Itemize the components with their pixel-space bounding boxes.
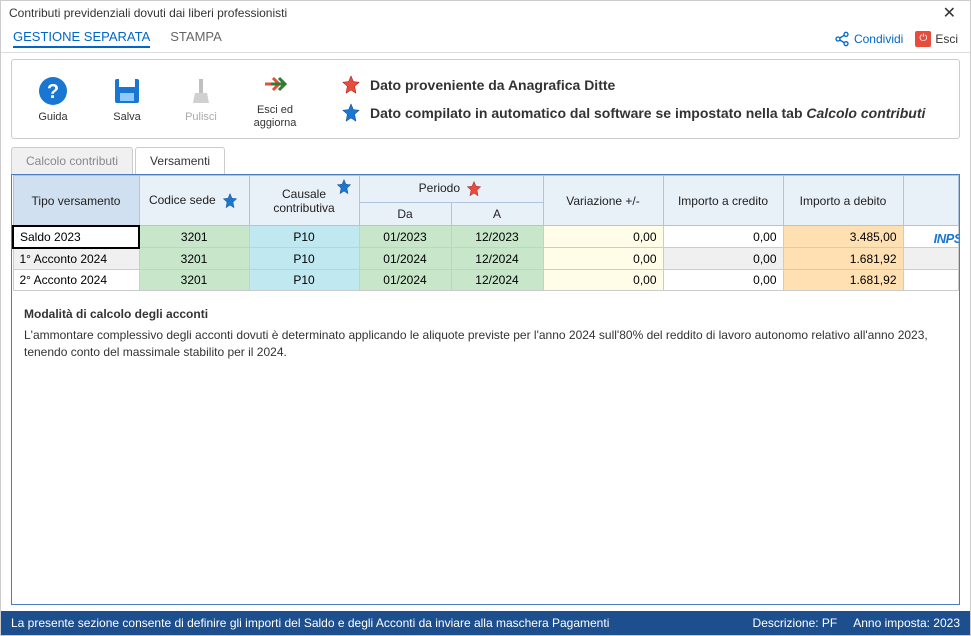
table-row[interactable]: Saldo 20233201P1001/202312/20230,000,003… <box>13 226 959 248</box>
versamenti-table: Tipo versamento Codice sede Causale cont… <box>12 175 959 291</box>
cell-da: 01/2024 <box>359 269 451 290</box>
th-codice: Codice sede <box>139 176 249 226</box>
cell-credito: 0,00 <box>663 248 783 270</box>
star-red-icon <box>340 74 362 96</box>
cell-tipo: 1° Acconto 2024 <box>13 248 139 270</box>
th-debito: Importo a debito <box>783 176 903 226</box>
cell-debito: 1.681,92 <box>783 248 903 270</box>
cell-causale: P10 <box>249 269 359 290</box>
legend-red: Dato proveniente da Anagrafica Ditte <box>340 74 925 96</box>
cell-da: 01/2024 <box>359 248 451 270</box>
pulisci-button[interactable]: Pulisci <box>176 75 226 124</box>
tab-calcolo-contributi[interactable]: Calcolo contributi <box>11 147 133 174</box>
cell-causale: P10 <box>249 248 359 270</box>
menubar: GESTIONE SEPARATA STAMPA Condividi ⏻ Esc… <box>1 25 970 53</box>
th-variazione: Variazione +/- <box>543 176 663 226</box>
th-da: Da <box>359 203 451 226</box>
close-button[interactable]: ✕ <box>937 3 962 23</box>
titlebar: Contributi previdenziali dovuti dai libe… <box>1 1 970 25</box>
th-a: A <box>451 203 543 226</box>
star-red-icon <box>465 180 483 198</box>
status-right: Descrizione: PF Anno imposta: 2023 <box>753 616 960 630</box>
guida-button[interactable]: ? Guida <box>28 75 78 124</box>
legend: Dato proveniente da Anagrafica Ditte Dat… <box>340 74 925 124</box>
share-icon <box>834 31 850 47</box>
share-button[interactable]: Condividi <box>834 31 903 47</box>
cell-spacer <box>903 248 959 270</box>
status-anno: Anno imposta: 2023 <box>853 616 960 630</box>
notes-body: L'ammontare complessivo degli acconti do… <box>24 327 947 361</box>
arrow-right-icon <box>259 68 291 100</box>
cell-debito: 1.681,92 <box>783 269 903 290</box>
th-credito: Importo a credito <box>663 176 783 226</box>
table-row[interactable]: 1° Acconto 20243201P1001/202412/20240,00… <box>13 248 959 270</box>
legend-red-text: Dato proveniente da Anagrafica Ditte <box>370 77 615 93</box>
esci-aggiorna-button[interactable]: Esci ed aggiorna <box>250 68 300 130</box>
exit-label: Esci <box>935 32 958 46</box>
svg-text:?: ? <box>47 81 59 103</box>
inps-badge: INPS <box>934 231 960 246</box>
cell-credito: 0,00 <box>663 269 783 290</box>
cell-spacer <box>903 269 959 290</box>
help-icon: ? <box>37 75 69 107</box>
th-periodo: Periodo <box>359 176 543 203</box>
th-spacer <box>903 176 959 226</box>
th-tipo: Tipo versamento <box>13 176 139 226</box>
cell-variazione[interactable]: 0,00 <box>543 269 663 290</box>
notes-title: Modalità di calcolo degli acconti <box>24 307 947 321</box>
th-causale: Causale contributiva <box>249 176 359 226</box>
cell-codice: 3201 <box>139 226 249 248</box>
exit-button[interactable]: ⏻ Esci <box>915 31 958 47</box>
cell-tipo: Saldo 2023 <box>13 226 139 248</box>
cell-a: 12/2024 <box>451 269 543 290</box>
salva-button[interactable]: Salva <box>102 75 152 124</box>
brush-icon <box>185 75 217 107</box>
cell-a: 12/2023 <box>451 226 543 248</box>
cell-codice: 3201 <box>139 269 249 290</box>
esci-aggiorna-label: Esci ed aggiorna <box>254 104 297 130</box>
cell-variazione[interactable]: 0,00 <box>543 248 663 270</box>
cell-a: 12/2024 <box>451 248 543 270</box>
notes: Modalità di calcolo degli acconti L'ammo… <box>12 291 959 377</box>
menu-left: GESTIONE SEPARATA STAMPA <box>13 29 222 48</box>
cell-tipo: 2° Acconto 2024 <box>13 269 139 290</box>
table-row[interactable]: 2° Acconto 20243201P1001/202412/20240,00… <box>13 269 959 290</box>
pulisci-label: Pulisci <box>185 111 217 124</box>
toolbar: ? Guida Salva Pulisci Esci ed aggiorna D… <box>11 59 960 139</box>
menu-right: Condividi ⏻ Esci <box>834 31 958 47</box>
save-icon <box>111 75 143 107</box>
cell-variazione[interactable]: 0,00 <box>543 226 663 248</box>
content-panel: Tipo versamento Codice sede Causale cont… <box>11 174 960 605</box>
tabs: Calcolo contributi Versamenti <box>1 147 970 174</box>
cell-codice: 3201 <box>139 248 249 270</box>
menu-gestione-separata[interactable]: GESTIONE SEPARATA <box>13 29 150 48</box>
status-descrizione: Descrizione: PF <box>753 616 838 630</box>
legend-blue: Dato compilato in automatico dal softwar… <box>340 102 925 124</box>
tab-versamenti[interactable]: Versamenti <box>135 147 225 174</box>
salva-label: Salva <box>113 111 141 124</box>
share-label: Condividi <box>854 32 903 46</box>
star-blue-icon <box>221 192 239 210</box>
cell-debito: 3.485,00 <box>783 226 903 248</box>
legend-blue-text: Dato compilato in automatico dal softwar… <box>370 105 925 121</box>
window-title: Contributi previdenziali dovuti dai libe… <box>9 6 287 20</box>
cell-da: 01/2023 <box>359 226 451 248</box>
power-icon: ⏻ <box>915 31 931 47</box>
star-blue-icon <box>335 178 353 196</box>
status-left: La presente sezione consente di definire… <box>11 616 609 630</box>
guida-label: Guida <box>38 111 67 124</box>
statusbar: La presente sezione consente di definire… <box>1 611 970 635</box>
cell-causale: P10 <box>249 226 359 248</box>
cell-credito: 0,00 <box>663 226 783 248</box>
menu-stampa[interactable]: STAMPA <box>170 29 222 48</box>
star-blue-icon <box>340 102 362 124</box>
